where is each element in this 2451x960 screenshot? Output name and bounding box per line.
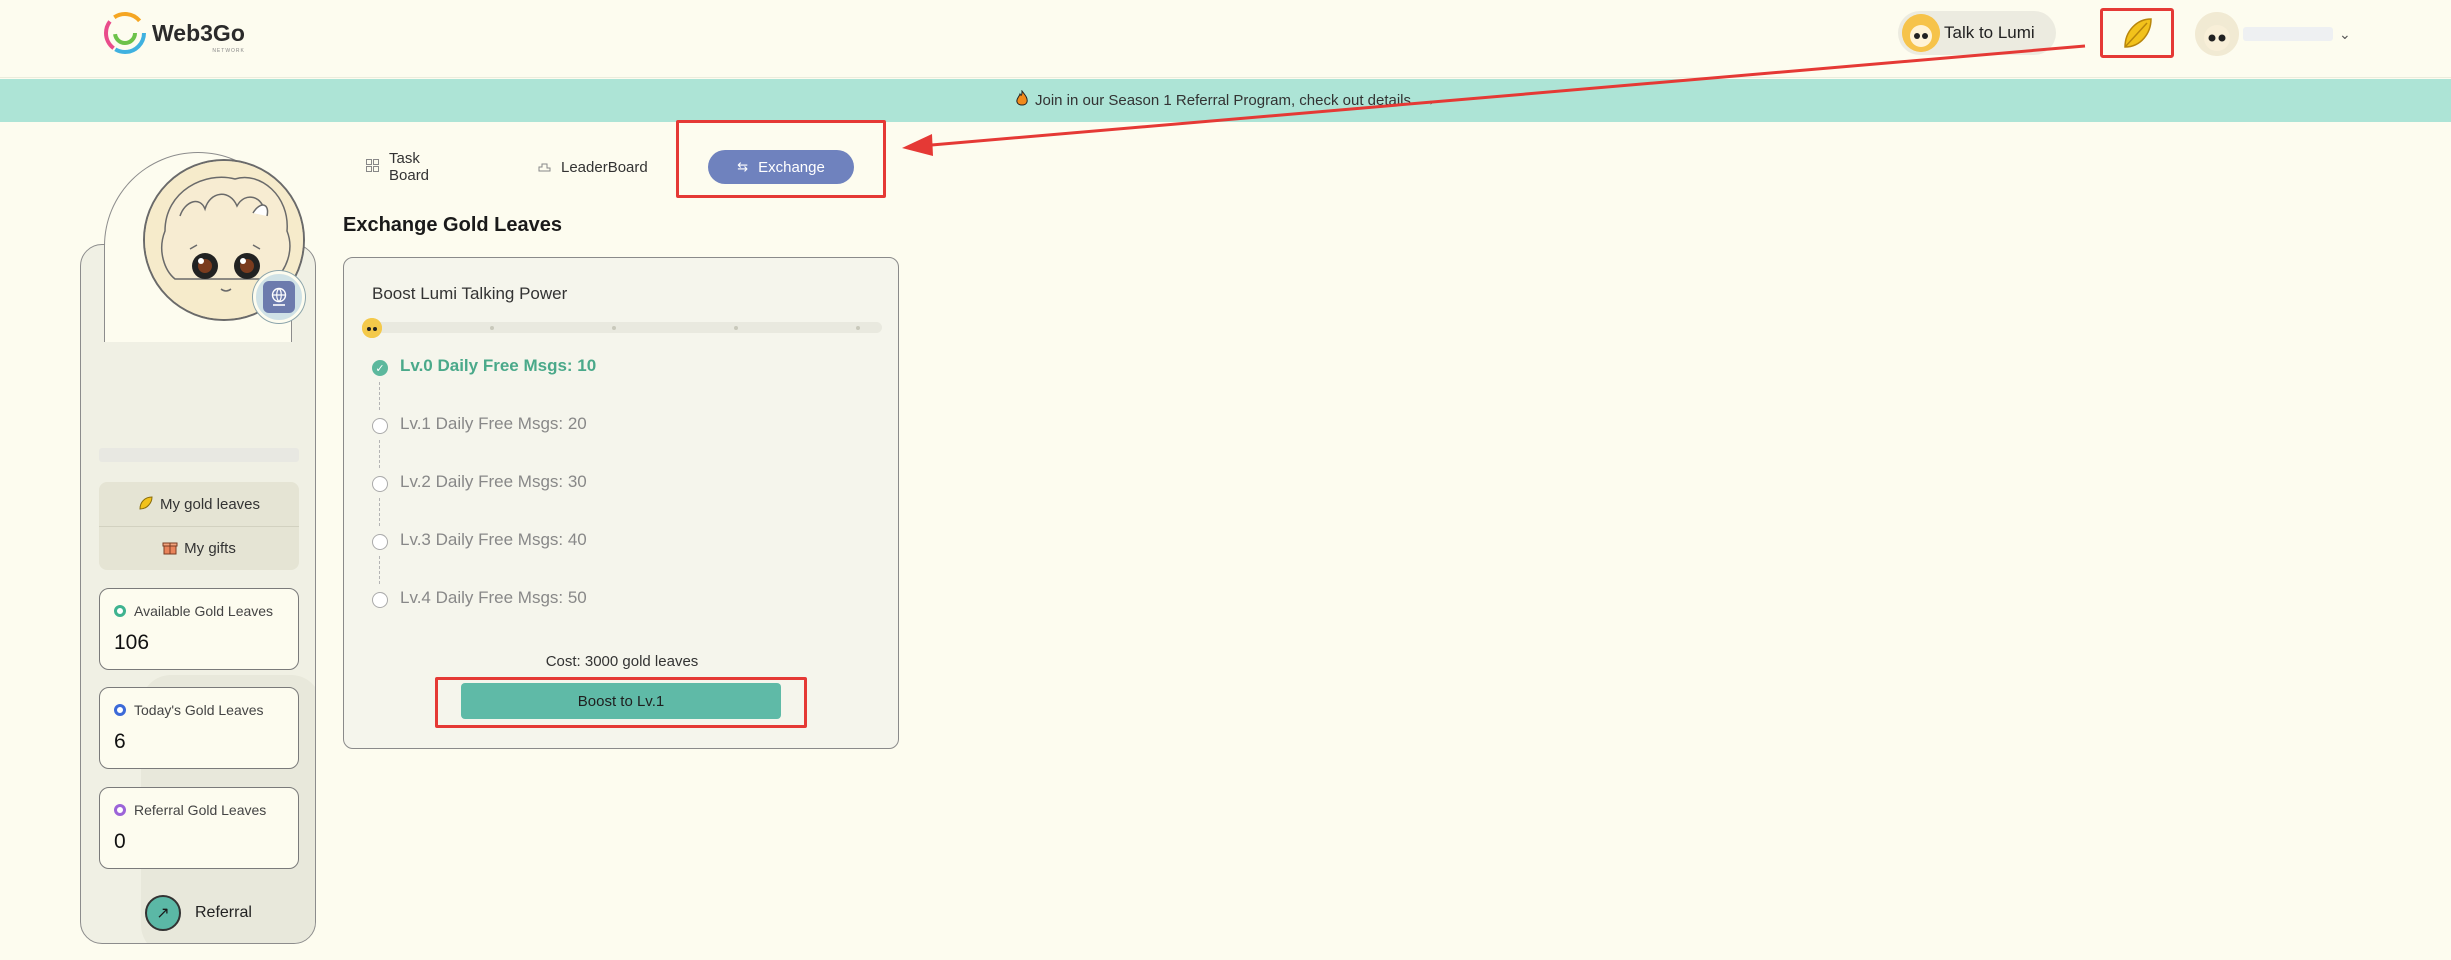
stat-label: Available Gold Leaves [134,603,274,619]
level-item: Lv.1 Daily Free Msgs: 20 [372,414,872,472]
talk-to-lumi-label: Talk to Lumi [1944,23,2035,42]
stat-label: Referral Gold Leaves [134,802,267,818]
podium-icon [538,159,551,175]
user-avatar [2195,12,2239,56]
level-item: Lv.4 Daily Free Msgs: 50 [372,588,872,646]
status-dot-icon [114,704,126,716]
logo[interactable]: Web3Go NETWORK [102,10,245,56]
boost-card-title: Boost Lumi Talking Power [372,284,568,303]
empty-circle-icon [372,592,388,608]
empty-circle-icon [372,476,388,492]
tab-leaderboard[interactable]: LeaderBoard [538,150,648,184]
check-circle-icon: ✓ [372,360,388,376]
level-connector [379,556,380,584]
menu-my-gold-leaves[interactable]: My gold leaves [99,482,299,526]
stat-value: 106 [114,631,150,654]
level-connector [379,382,380,410]
grid-icon [366,159,379,175]
top-header: Web3Go NETWORK Talk to Lumi ⌄ [0,0,2451,78]
annotation-highlight-boost [435,677,807,728]
status-dot-icon [114,605,126,617]
progress-step-marker [490,326,494,330]
stat-value: 6 [114,730,126,753]
stat-todays-gold-leaves: Today's Gold Leaves 6 [99,687,299,769]
logo-name: Web3Go [152,19,245,46]
progress-step-marker [734,326,738,330]
arrow-right-icon: → [1421,92,1437,109]
level-item: Lv.3 Daily Free Msgs: 40 [372,530,872,588]
boost-card: Boost Lumi Talking Power ✓ Lv.0 Daily Fr… [343,257,899,749]
level-item: ✓ Lv.0 Daily Free Msgs: 10 [372,356,872,414]
lumi-progress-icon [362,318,382,338]
annotation-highlight-exchange [676,120,886,198]
sidebar-menu: My gold leaves My gifts [99,482,299,570]
referral-banner[interactable]: Join in our Season 1 Referral Program, c… [0,79,2451,122]
menu-label: My gifts [184,540,236,557]
referral-label: Referral [195,904,252,921]
tab-label: Task Board [389,150,430,184]
fire-icon [1015,89,1029,111]
stat-value: 0 [114,830,126,853]
talk-to-lumi-button[interactable]: Talk to Lumi [1898,11,2056,55]
level-item: Lv.2 Daily Free Msgs: 30 [372,472,872,530]
tab-task-board[interactable]: Task Board [366,150,429,184]
page-title: Exchange Gold Leaves [343,214,562,236]
leaf-icon [138,495,154,514]
sidebar-card: My gold leaves My gifts Available Gold L… [80,244,316,944]
user-name-placeholder [2243,27,2333,41]
progress-step-marker [612,326,616,330]
level-list: ✓ Lv.0 Daily Free Msgs: 10 Lv.1 Daily Fr… [372,356,872,646]
menu-my-gifts[interactable]: My gifts [99,526,299,570]
lumi-avatar-icon [1902,14,1940,52]
tab-label: LeaderBoard [561,158,648,176]
avatar-frame [104,152,305,342]
status-dot-icon [114,804,126,816]
gold-leaf-button[interactable] [2100,8,2174,58]
level-connector [379,440,380,468]
stat-label: Today's Gold Leaves [134,702,264,718]
logo-subtitle: NETWORK [212,47,245,54]
user-menu[interactable]: ⌄ [2195,12,2351,56]
stat-referral-gold-leaves: Referral Gold Leaves 0 [99,787,299,869]
logo-mark-icon [104,12,146,54]
level-label: Lv.0 Daily Free Msgs: 10 [400,356,597,375]
referral-button[interactable]: ↗ Referral [145,895,252,931]
menu-label: My gold leaves [159,495,261,513]
level-label: Lv.2 Daily Free Msgs: 30 [400,472,587,491]
empty-circle-icon [372,418,388,434]
gift-icon [162,539,178,558]
chevron-down-icon[interactable]: ⌄ [2339,26,2351,43]
level-label: Lv.1 Daily Free Msgs: 20 [400,414,587,433]
stat-available-gold-leaves: Available Gold Leaves 106 [99,588,299,670]
globe-badge-icon [253,271,305,323]
progress-step-marker [856,326,860,330]
level-progress-bar [362,318,882,338]
level-connector [379,498,380,526]
profile-sidebar: My gold leaves My gifts Available Gold L… [80,152,316,944]
profile-name-placeholder [99,448,299,462]
gold-leaf-icon [2124,18,2152,48]
level-label: Lv.3 Daily Free Msgs: 40 [400,530,587,549]
arrow-up-right-icon: ↗ [145,895,181,931]
boost-cost: Cost: 3000 gold leaves [545,653,699,670]
level-label: Lv.4 Daily Free Msgs: 50 [400,588,587,607]
banner-text: Join in our Season 1 Referral Program, c… [1034,92,1412,109]
empty-circle-icon [372,534,388,550]
